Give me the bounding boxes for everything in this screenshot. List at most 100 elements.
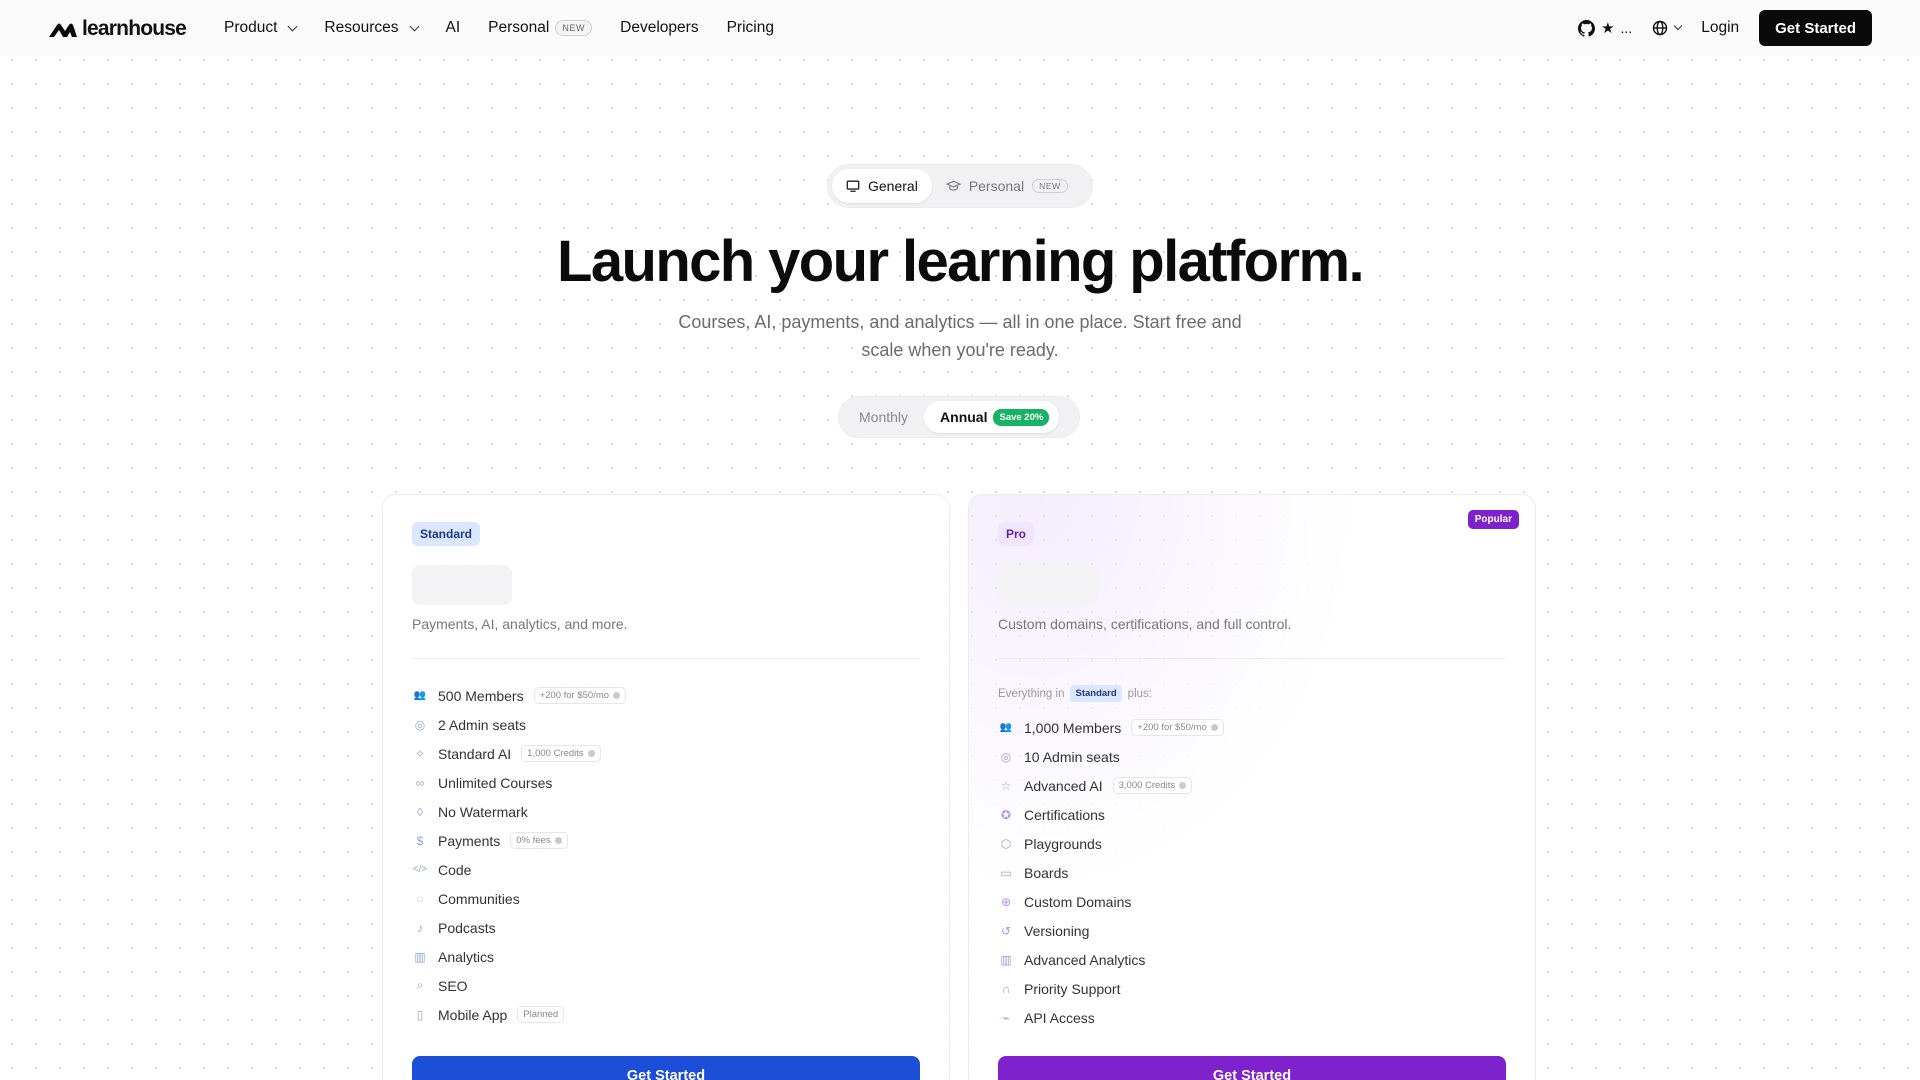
feature-label: Podcasts (438, 919, 496, 936)
plan-card-standard: Standard Payments, AI, analytics, and mo… (382, 494, 950, 1080)
billing-annual-label: Annual (940, 409, 988, 425)
feature-badge[interactable]: 3,000 Credits (1112, 777, 1193, 794)
feature-badge-text: 3,000 Credits (1118, 780, 1176, 791)
nav-personal-label: Personal (488, 19, 550, 36)
box-icon: ⬡ (1000, 836, 1012, 851)
feature-label: 500 Members (438, 687, 524, 704)
feature-label: Advanced Analytics (1024, 951, 1146, 968)
nav-pricing[interactable]: Pricing (727, 19, 774, 37)
tab-personal[interactable]: Personal NEW (932, 169, 1082, 203)
admin-icon: ◎ (414, 717, 426, 732)
feature-item: </> Code (412, 855, 626, 884)
nav-right: ★ ... Login Get Started (1578, 0, 1872, 56)
mic-icon: ♪ (417, 920, 423, 935)
chevron-down-icon (1673, 21, 1683, 31)
star-icon: ☆ (1000, 778, 1012, 793)
sparkle-icon: ✧ (414, 746, 426, 761)
feature-badge[interactable]: +200 for $50/mo (533, 687, 627, 704)
price-placeholder (998, 565, 1098, 605)
feature-item: ∩ Priority Support (998, 974, 1224, 1003)
chat-icon: ◌ (416, 891, 424, 906)
chart-icon: ▥ (414, 949, 426, 964)
feature-label: Custom Domains (1024, 893, 1132, 910)
award-icon: ✪ (1000, 807, 1012, 822)
brand-logo[interactable]: learnhouse (48, 17, 187, 41)
info-icon (1179, 782, 1187, 789)
feature-item: ✧ Standard AI 1,000 Credits (412, 739, 626, 768)
feature-label: Standard AI (438, 745, 512, 762)
feature-badge-text: +200 for $50/mo (539, 690, 610, 701)
infinity-icon: ∞ (415, 775, 425, 790)
price-placeholder (412, 565, 512, 605)
feature-badge-text: 1,000 Credits (527, 748, 584, 759)
feature-label: Communities (438, 890, 520, 907)
feature-item: ▥ Advanced Analytics (998, 945, 1224, 974)
nav-ai-label: AI (445, 19, 461, 36)
chevron-down-icon (287, 21, 298, 31)
billing-annual[interactable]: Annual Save 20% (924, 401, 1060, 433)
nav-resources[interactable]: Resources (324, 19, 419, 37)
tab-general[interactable]: General (832, 169, 932, 203)
billing-monthly[interactable]: Monthly (843, 401, 924, 433)
feature-item: ◎ 2 Admin seats (412, 710, 626, 739)
audience-segment: General Personal NEW (827, 164, 1093, 208)
monitor-icon (846, 180, 860, 192)
feature-label: No Watermark (438, 803, 528, 820)
feature-label: Boards (1024, 864, 1069, 881)
tab-personal-label: Personal (968, 178, 1025, 194)
feature-item: ∞ Unlimited Courses (412, 768, 626, 797)
feature-badge[interactable]: Planned (517, 1006, 565, 1023)
graduation-cap-icon (945, 180, 961, 191)
standard-mini-tag: Standard (1070, 685, 1122, 702)
language-selector[interactable] (1652, 20, 1683, 36)
feature-item: 👥 1,000 Members +200 for $50/mo (998, 713, 1224, 742)
pro-get-started-button[interactable]: Get Started (998, 1056, 1506, 1080)
nav-personal[interactable]: Personal NEW (488, 19, 593, 37)
new-badge: NEW (1032, 179, 1068, 193)
feature-label: Priority Support (1024, 980, 1121, 997)
login-link[interactable]: Login (1701, 19, 1739, 37)
plan-card-pro: Pro Popular Custom domains, certificatio… (968, 494, 1536, 1080)
feature-label: Advanced AI (1024, 777, 1103, 794)
nav-pricing-label: Pricing (726, 19, 774, 36)
users-icon: 👥 (413, 690, 427, 701)
nav-get-started-button[interactable]: Get Started (1759, 10, 1872, 46)
info-icon (554, 837, 562, 844)
plan-description: Payments, AI, analytics, and more. (412, 616, 628, 632)
feature-item: ↺ Versioning (998, 916, 1224, 945)
feature-item: 👥 500 Members +200 for $50/mo (412, 681, 627, 710)
nav-product[interactable]: Product (224, 19, 298, 37)
tab-general-label: General (868, 178, 918, 194)
globe-icon (1653, 20, 1668, 36)
feature-label: SEO (438, 977, 468, 994)
feature-label: Mobile App (438, 1006, 508, 1023)
feature-list: 👥 500 Members +200 for $50/mo ◎ 2 Admin seat… (412, 681, 627, 1029)
feature-badge[interactable]: 0% fees (510, 832, 568, 849)
nav-ai[interactable]: AI (446, 19, 461, 37)
feature-item: $ Payments 0% fees (412, 826, 626, 855)
logo-mark-icon (49, 23, 77, 37)
github-icon (1578, 19, 1596, 37)
feature-badge[interactable]: +200 for $50/mo (1131, 719, 1224, 736)
feature-label: 10 Admin seats (1024, 748, 1120, 765)
github-stars-link[interactable]: ★ ... (1578, 19, 1632, 37)
popular-badge: Popular (1467, 510, 1519, 529)
feature-badge[interactable]: 1,000 Credits (521, 745, 601, 762)
feature-item: ▭ Boards (998, 858, 1224, 887)
standard-get-started-button[interactable]: Get Started (412, 1056, 920, 1080)
feature-item: ⬡ Playgrounds (998, 829, 1224, 858)
brand-name: learnhouse (82, 17, 187, 40)
nav-developers[interactable]: Developers (620, 19, 698, 37)
dollar-icon: $ (416, 833, 424, 848)
chart-icon: ▥ (1000, 952, 1012, 967)
drop-icon: ◊ (417, 804, 423, 819)
feature-label: Analytics (438, 948, 495, 965)
feature-item: ⊕ Custom Domains (998, 887, 1224, 916)
divider (412, 658, 920, 659)
code-icon: </> (412, 864, 428, 875)
feature-item: ✪ Certifications (998, 800, 1224, 829)
board-icon: ▭ (1000, 865, 1012, 880)
nav-developers-label: Developers (620, 19, 699, 36)
feature-badge-text: +200 for $50/mo (1137, 722, 1207, 733)
top-nav: learnhouse Product Resources AI Personal… (0, 0, 1920, 56)
